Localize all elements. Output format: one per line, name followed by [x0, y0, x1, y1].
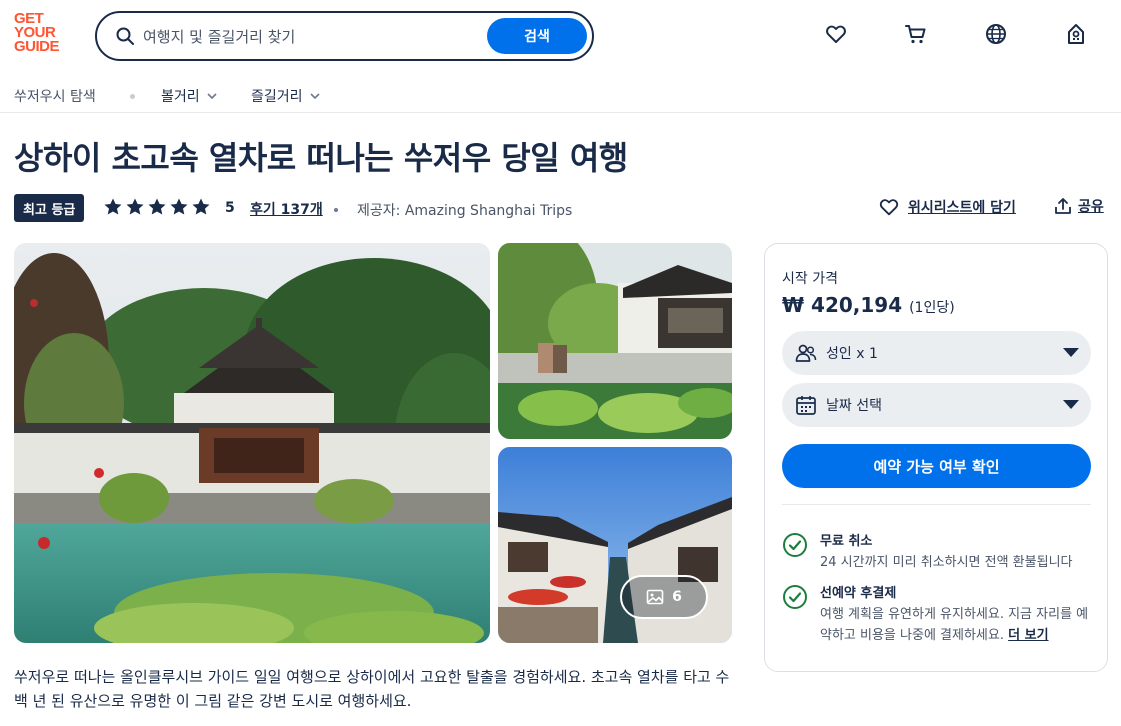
- star-icon: [126, 198, 144, 215]
- price-per-person: (1인당): [909, 300, 955, 316]
- reviews-link[interactable]: 후기 137개: [250, 199, 323, 219]
- search-button[interactable]: 검색: [487, 18, 587, 54]
- share-button[interactable]: 공유: [1054, 196, 1104, 216]
- participants-selector[interactable]: 성인 x 1: [782, 331, 1091, 375]
- provider-info: 제공자: Amazing Shanghai Trips: [357, 200, 572, 220]
- participants-icon: [795, 344, 817, 362]
- search-input[interactable]: 여행지 및 즐길거리 찾기: [143, 26, 295, 47]
- provider-name: Amazing Shanghai Trips: [404, 203, 573, 219]
- account-icon[interactable]: [1064, 22, 1088, 46]
- heart-icon[interactable]: [824, 22, 848, 46]
- page-title: 상하이 초고속 열차로 떠나는 쑤저우 당일 여행: [14, 139, 628, 177]
- sub-navigation: 쑤저우시 탐색 볼거리 즐길거리: [0, 80, 1121, 113]
- card-divider: [782, 504, 1091, 505]
- main-photo-garden-pavilion[interactable]: [14, 243, 490, 643]
- cart-icon[interactable]: [904, 22, 928, 46]
- star-icon: [170, 198, 188, 215]
- share-label: 공유: [1078, 199, 1104, 215]
- globe-icon[interactable]: [984, 22, 1008, 46]
- check-circle-icon: [783, 533, 807, 557]
- price: ₩ 420,194 (1인당): [782, 293, 955, 317]
- feature-title: 선예약 후결제: [820, 586, 897, 601]
- feature-description: 24 시간까지 미리 취소하시면 전액 환불됩니다: [820, 555, 1073, 570]
- provider-label: 제공자:: [357, 203, 401, 219]
- gallery-count-button[interactable]: 6: [620, 575, 708, 619]
- participants-value: 성인 x 1: [826, 346, 878, 362]
- chevron-down-icon: [309, 93, 320, 100]
- explore-city-link[interactable]: 쑤저우시 탐색: [14, 86, 96, 106]
- nav-separator-dot: [130, 94, 135, 99]
- search-icon: [116, 27, 134, 45]
- booking-card: 시작 가격 ₩ 420,194 (1인당) 성인 x 1 날짜 선택 예약 가능…: [764, 243, 1108, 672]
- caret-down-icon: [1063, 400, 1079, 409]
- chevron-down-icon: [207, 93, 217, 100]
- star-icon: [148, 198, 166, 215]
- star-icon: [104, 198, 122, 215]
- sights-label: 볼거리: [161, 89, 200, 105]
- star-rating: [103, 197, 211, 217]
- feature-description-wrap: 여행 계획을 유연하게 유지하세요. 지금 자리를 예약하고 비용을 나중에 결…: [820, 604, 1095, 646]
- heart-icon: [879, 199, 899, 216]
- share-icon: [1055, 198, 1071, 214]
- check-circle-icon: [783, 585, 807, 609]
- price-value: ₩ 420,194: [782, 293, 903, 317]
- calendar-icon: [796, 396, 816, 415]
- activities-dropdown[interactable]: 즐길거리: [251, 86, 321, 106]
- wishlist-label: 위시리스트에 담기: [908, 200, 1016, 216]
- feature-title: 무료 취소: [820, 534, 873, 549]
- photo-garden-lotus-pond[interactable]: [498, 243, 732, 439]
- logo-line-3: GUIDE: [14, 38, 60, 55]
- top-rated-badge: 최고 등급: [14, 194, 85, 222]
- rating-value: 5: [225, 200, 235, 216]
- search-bar[interactable]: 여행지 및 즐길거리 찾기 검색: [95, 11, 594, 61]
- explore-city-label: 쑤저우시 탐색: [14, 89, 96, 105]
- activity-description: 쑤저우로 떠나는 올인클루시브 가이드 일일 여행으로 상하이에서 고요한 탈출…: [14, 668, 730, 710]
- getyourguide-logo[interactable]: GET YOUR GUIDE: [14, 11, 74, 55]
- caret-down-icon: [1063, 348, 1079, 357]
- sights-dropdown[interactable]: 볼거리: [161, 86, 218, 106]
- date-selector[interactable]: 날짜 선택: [782, 383, 1091, 427]
- activities-label: 즐길거리: [251, 89, 303, 105]
- price-from-label: 시작 가격: [782, 271, 838, 287]
- activity-meta: 최고 등급 5 후기 137개 제공자: Amazing Shanghai Tr…: [14, 194, 1114, 224]
- date-select-label: 날짜 선택: [826, 398, 882, 414]
- wishlist-button[interactable]: 위시리스트에 담기: [878, 196, 1016, 218]
- star-icon: [192, 198, 210, 215]
- gallery-count: 6: [672, 589, 682, 605]
- meta-separator-dot: [334, 208, 338, 212]
- read-more-link[interactable]: 더 보기: [1008, 628, 1048, 643]
- check-availability-button[interactable]: 예약 가능 여부 확인: [782, 444, 1091, 488]
- image-icon: [646, 589, 664, 605]
